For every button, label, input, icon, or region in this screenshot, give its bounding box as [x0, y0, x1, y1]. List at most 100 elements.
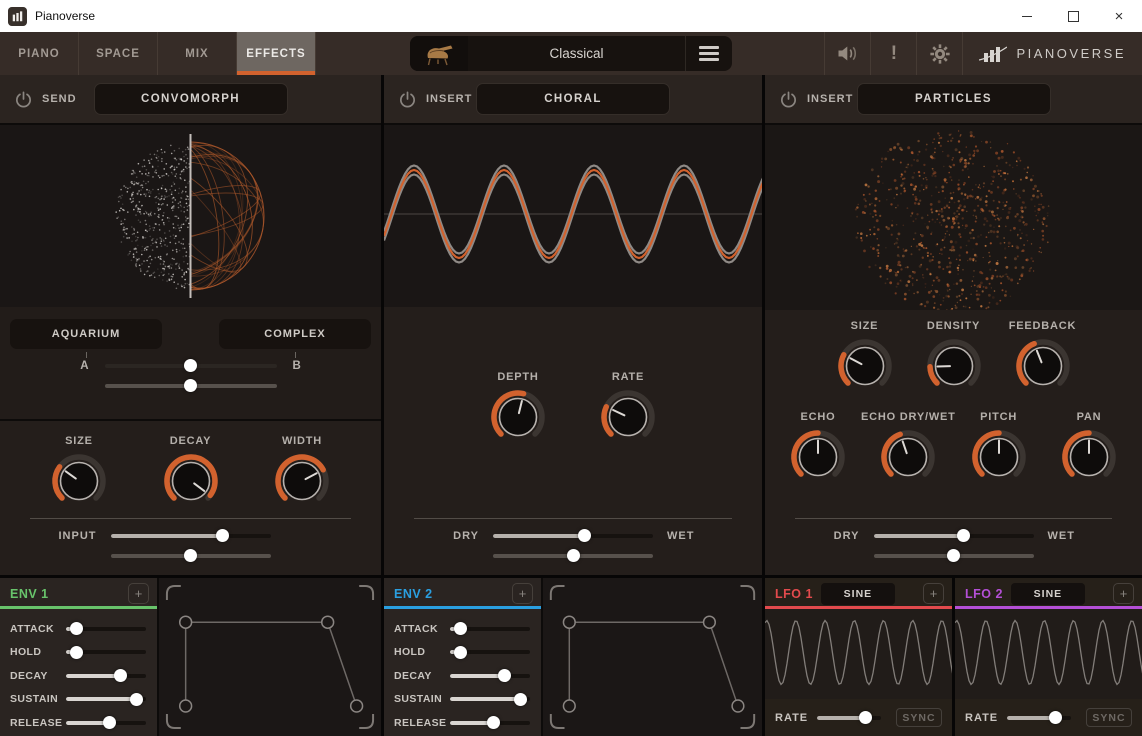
close-button[interactable]: × [1096, 0, 1142, 32]
slider-thumb[interactable] [1049, 711, 1062, 724]
close-icon: × [1115, 8, 1124, 25]
volume-button[interactable] [824, 32, 870, 75]
echo-drywet-knob[interactable] [879, 428, 937, 486]
slider-thumb[interactable] [454, 622, 467, 635]
lfo2-rate-slider[interactable] [1007, 711, 1071, 724]
env1-graph[interactable] [157, 578, 381, 736]
morph-ticks [0, 352, 381, 358]
env2-add-button[interactable]: + [512, 583, 533, 604]
env2-graph[interactable] [541, 578, 762, 736]
particles-selector[interactable]: PARTICLES [857, 83, 1051, 115]
morph-slider[interactable] [105, 359, 277, 372]
env2-header: ENV 2 + [384, 578, 541, 609]
pan-knob[interactable] [1060, 428, 1118, 486]
release-slider[interactable] [66, 716, 146, 729]
size-knob[interactable] [50, 452, 108, 510]
env1-add-button[interactable]: + [128, 583, 149, 604]
tab-mix[interactable]: MIX [158, 32, 237, 75]
maximize-button[interactable] [1050, 0, 1096, 32]
drywet-fine-slider[interactable] [874, 549, 1034, 562]
choral-enable[interactable]: INSERT [398, 90, 472, 109]
alert-button[interactable]: ! [870, 32, 916, 75]
decay-slider[interactable] [450, 669, 530, 682]
drywet-slider[interactable] [874, 529, 1034, 542]
lfo2-shape-selector[interactable]: SINE [1011, 583, 1085, 605]
slider-thumb[interactable] [70, 646, 83, 659]
tab-piano[interactable]: PIANO [0, 32, 79, 75]
particles-enable[interactable]: INSERT [779, 90, 853, 109]
slider-thumb[interactable] [103, 716, 116, 729]
attack-slider[interactable] [450, 622, 530, 635]
choral-selector[interactable]: CHORAL [476, 83, 670, 115]
feedback-knob[interactable] [1014, 337, 1072, 395]
sustain-slider[interactable] [450, 693, 530, 706]
slider-thumb[interactable] [114, 669, 127, 682]
slider-track[interactable] [874, 534, 1034, 538]
drywet-fine-slider[interactable] [493, 549, 653, 562]
settings-button[interactable] [916, 32, 962, 75]
tab-effects[interactable]: EFFECTS [237, 32, 316, 75]
slider-thumb[interactable] [454, 646, 467, 659]
lfo2-sync-button[interactable]: SYNC [1086, 708, 1132, 727]
slider-track[interactable] [493, 534, 653, 538]
size-knob[interactable] [836, 337, 894, 395]
slider-thumb[interactable] [567, 549, 580, 562]
knob-label: FEEDBACK [1009, 320, 1077, 332]
minimize-icon [1022, 16, 1032, 17]
slider-thumb[interactable] [184, 359, 197, 372]
input-fine-slider[interactable] [111, 549, 271, 562]
width-knob[interactable] [273, 452, 331, 510]
slider-track[interactable] [111, 534, 271, 538]
lfo2-add-button[interactable]: + [1113, 583, 1134, 604]
convomorph-selector[interactable]: CONVOMORPH [94, 83, 288, 115]
ir-a-button[interactable]: AQUARIUM [10, 319, 162, 349]
ir-b-button[interactable]: COMPLEX [219, 319, 371, 349]
slot-label: INSERT [426, 93, 472, 105]
slider-thumb[interactable] [947, 549, 960, 562]
env1-header: ENV 1 + [0, 578, 157, 609]
drywet-slider[interactable] [493, 529, 653, 542]
slider-thumb[interactable] [957, 529, 970, 542]
hold-slider[interactable] [450, 646, 530, 659]
decay-knob[interactable] [162, 452, 220, 510]
pitch-knob[interactable] [970, 428, 1028, 486]
slider-thumb[interactable] [578, 529, 591, 542]
slider-thumb[interactable] [184, 549, 197, 562]
slider-thumb[interactable] [216, 529, 229, 542]
slider-track[interactable] [66, 674, 146, 678]
rate-knob[interactable] [599, 388, 657, 446]
slider-thumb[interactable] [184, 379, 197, 392]
input-slider[interactable] [111, 529, 271, 542]
lfo1-header: LFO 1 SINE + [765, 578, 952, 609]
lfo1-add-button[interactable]: + [923, 583, 944, 604]
preset-menu-button[interactable] [686, 36, 732, 71]
env2-accent-rule [384, 606, 541, 609]
slider-thumb[interactable] [70, 622, 83, 635]
convomorph-enable[interactable]: SEND [14, 90, 77, 109]
slider-thumb[interactable] [130, 693, 143, 706]
sustain-label: SUSTAIN [394, 693, 450, 705]
knob-label: PITCH [980, 411, 1017, 423]
power-icon [14, 90, 33, 109]
lfo1-shape-selector[interactable]: SINE [821, 583, 895, 605]
hold-slider[interactable] [66, 646, 146, 659]
tab-space[interactable]: SPACE [79, 32, 158, 75]
lfo1-sync-button[interactable]: SYNC [896, 708, 942, 727]
preset-selector[interactable]: Classical [410, 36, 732, 71]
slider-thumb[interactable] [498, 669, 511, 682]
minimize-button[interactable] [1004, 0, 1050, 32]
slider-fill [874, 534, 965, 538]
slider-thumb[interactable] [859, 711, 872, 724]
depth-knob[interactable] [489, 388, 547, 446]
density-knob[interactable] [925, 337, 983, 395]
decay-slider[interactable] [66, 669, 146, 682]
echo-knob[interactable] [789, 428, 847, 486]
attack-slider[interactable] [66, 622, 146, 635]
morph-fine-slider[interactable] [105, 379, 277, 392]
sustain-slider[interactable] [66, 693, 146, 706]
slider-thumb[interactable] [514, 693, 527, 706]
release-slider[interactable] [450, 716, 530, 729]
slider-track[interactable] [450, 674, 530, 678]
lfo1-rate-slider[interactable] [817, 711, 881, 724]
slider-thumb[interactable] [487, 716, 500, 729]
